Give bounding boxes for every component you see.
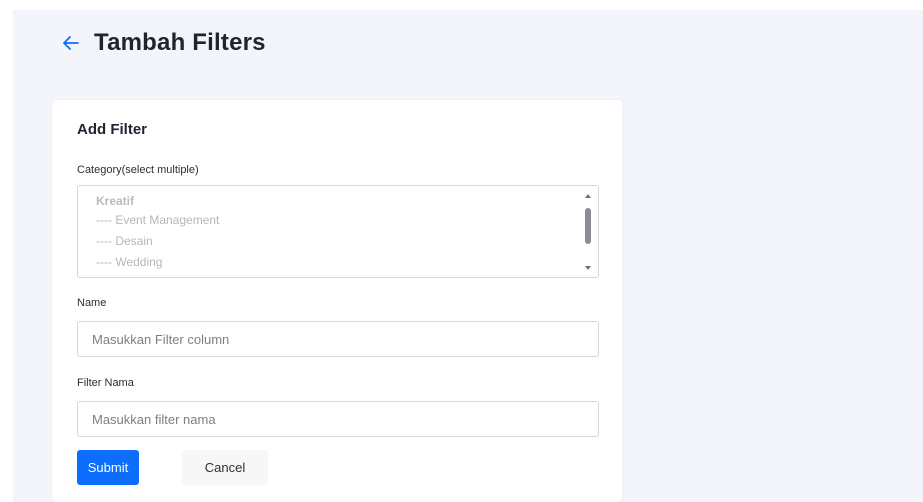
category-option[interactable]: ---- Wedding bbox=[96, 255, 162, 269]
submit-button[interactable]: Submit bbox=[77, 450, 139, 485]
filter-nama-input[interactable] bbox=[77, 401, 599, 437]
scroll-down-arrow-icon[interactable] bbox=[585, 266, 591, 270]
arrow-left-icon bbox=[63, 36, 79, 50]
cancel-button[interactable]: Cancel bbox=[182, 450, 268, 485]
page-title: Tambah Filters bbox=[94, 29, 266, 56]
back-button[interactable] bbox=[60, 32, 82, 54]
filter-nama-label: Filter Nama bbox=[77, 377, 134, 389]
card-title: Add Filter bbox=[77, 121, 147, 138]
category-scrollbar[interactable] bbox=[584, 190, 594, 274]
scroll-thumb[interactable] bbox=[585, 208, 591, 244]
category-option-group[interactable]: Kreatif bbox=[96, 194, 134, 208]
add-filter-card: Add Filter Category(select multiple) Kre… bbox=[52, 100, 622, 502]
category-option[interactable]: ---- Desain bbox=[96, 234, 153, 248]
name-label: Name bbox=[77, 297, 107, 309]
category-option[interactable]: ---- Event Management bbox=[96, 213, 219, 227]
category-multiselect[interactable]: Kreatif ---- Event Management ---- Desai… bbox=[77, 185, 599, 278]
page-header: Tambah Filters bbox=[60, 26, 266, 60]
category-label: Category(select multiple) bbox=[77, 164, 199, 176]
scroll-up-arrow-icon[interactable] bbox=[585, 194, 591, 198]
name-input[interactable] bbox=[77, 321, 599, 357]
